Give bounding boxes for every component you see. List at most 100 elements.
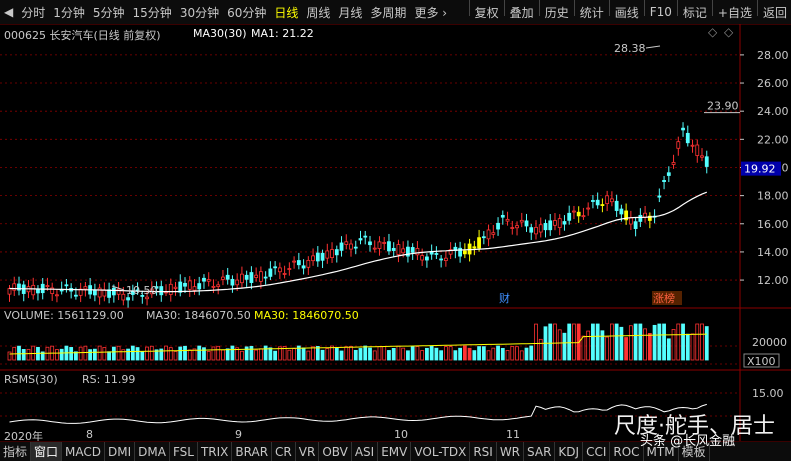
- volume-bar: [700, 323, 704, 361]
- volume-bar: [164, 345, 168, 361]
- volume-bar: [685, 333, 690, 361]
- candle-body: [40, 283, 45, 294]
- rsms-line: [9, 403, 707, 424]
- tool-button-5[interactable]: F10: [646, 0, 676, 24]
- candle-body: [553, 220, 557, 226]
- volume-bar: [130, 345, 135, 361]
- volume-bar: [429, 345, 434, 361]
- volume-bar: [69, 347, 74, 361]
- volume-bar: [481, 346, 486, 361]
- candle-body: [377, 241, 382, 249]
- candle-body: [591, 200, 595, 202]
- candle-body: [344, 241, 349, 245]
- volume-bar: [311, 346, 315, 361]
- tool-button-0[interactable]: 复权: [471, 0, 503, 24]
- tab-7[interactable]: 周线: [302, 0, 334, 24]
- separator: [608, 0, 610, 16]
- volume-bar: [609, 323, 614, 361]
- volume-bar: [173, 351, 178, 361]
- candle-body: [211, 285, 216, 288]
- tab-5[interactable]: 60分钟: [223, 0, 270, 24]
- dropdown-arrow-icon[interactable]: ◀: [0, 0, 17, 24]
- volume-bar: [557, 329, 562, 361]
- price-tick-label: 16.00: [757, 218, 789, 231]
- indicator-tab-16[interactable]: SAR: [524, 442, 556, 461]
- candle-body: [443, 257, 448, 261]
- candle-body: [287, 268, 292, 270]
- volume-bar: [368, 347, 372, 361]
- tab-9[interactable]: 多周期: [366, 0, 410, 24]
- candle-body: [401, 248, 406, 254]
- volume-bar: [477, 346, 481, 361]
- indicator-tab-18[interactable]: CCI: [583, 442, 611, 461]
- candle-body: [519, 219, 524, 223]
- volume-bar: [263, 345, 268, 361]
- tool-button-8[interactable]: 返回: [759, 0, 791, 24]
- volume-bar: [21, 349, 26, 361]
- indicator-tab-12[interactable]: EMV: [378, 442, 412, 461]
- price-axis: 28.0026.0024.0022.0020.0018.0016.0014.00…: [743, 49, 789, 400]
- tab-4[interactable]: 30分钟: [176, 0, 223, 24]
- candle-body: [462, 250, 467, 255]
- indicator-tab-7[interactable]: BRAR: [232, 442, 273, 461]
- indicator-tab-19[interactable]: ROC: [610, 442, 644, 461]
- candle-body: [396, 244, 401, 256]
- volume-bar: [301, 347, 306, 361]
- volume-bar: [107, 351, 112, 361]
- volume-bar: [690, 333, 695, 361]
- candle-body: [557, 218, 562, 228]
- volume-bar: [339, 350, 344, 361]
- indicator-tab-14[interactable]: RSI: [470, 442, 497, 461]
- candle-body: [363, 235, 368, 238]
- tab-6[interactable]: 日线: [270, 0, 302, 24]
- price-tick-label: 12.00: [757, 274, 789, 287]
- volume-bar: [240, 350, 244, 361]
- kline-chart[interactable]: 28.0026.0024.0022.0020.0018.0016.0014.00…: [0, 24, 791, 442]
- indicator-tab-17[interactable]: KDJ: [555, 442, 584, 461]
- volume-bar: [88, 349, 93, 361]
- indicator-tab-5[interactable]: FSL: [170, 442, 198, 461]
- volume-bar: [567, 323, 572, 361]
- tab-10[interactable]: 更多 ›: [410, 0, 451, 24]
- candle-body: [230, 278, 235, 286]
- candle-body: [296, 260, 301, 266]
- volume-bar: [496, 345, 500, 361]
- period-tabs: 分时 1分钟 5分钟 15分钟 30分钟 60分钟 日线 周线 月线 多周期 更多 ›: [17, 0, 451, 24]
- indicator-tab-11[interactable]: ASI: [352, 442, 379, 461]
- annotations: 28.38 10.50 23.90 19.92 财 涨榜: [111, 42, 781, 305]
- tab-0[interactable]: 分时: [17, 0, 49, 24]
- indicator-tab-2[interactable]: MACD: [62, 442, 106, 461]
- candle-body: [548, 220, 553, 231]
- indicator-tab-9[interactable]: VR: [296, 442, 320, 461]
- indicator-tab-8[interactable]: CR: [272, 442, 296, 461]
- tab-1[interactable]: 1分钟: [49, 0, 89, 24]
- indicator-tab-10[interactable]: OBV: [319, 442, 352, 461]
- tab-8[interactable]: 月线: [334, 0, 366, 24]
- indicator-tab-6[interactable]: TRIX: [198, 442, 233, 461]
- high-price-label: 28.38: [614, 42, 646, 55]
- tool-button-2[interactable]: 历史: [541, 0, 573, 24]
- indicator-tab-1[interactable]: 窗口: [31, 442, 63, 461]
- indicator-tab-0[interactable]: 指标: [0, 442, 32, 461]
- tool-button-1[interactable]: 叠加: [506, 0, 538, 24]
- tool-button-4[interactable]: 画线: [611, 0, 643, 24]
- ma-price-label: 19.92: [744, 163, 776, 176]
- indicator-tab-4[interactable]: DMA: [135, 442, 170, 461]
- tool-button-6[interactable]: 标记: [679, 0, 711, 24]
- volume-bar: [216, 345, 221, 361]
- indicator-tab-13[interactable]: VOL-TDX: [411, 442, 471, 461]
- tab-2[interactable]: 5分钟: [89, 0, 129, 24]
- candle-body: [187, 280, 192, 290]
- tool-button-3[interactable]: 统计: [576, 0, 608, 24]
- price-tick-label: 28.00: [757, 49, 789, 62]
- tool-button-7[interactable]: +自选: [714, 0, 756, 24]
- volume-bar: [671, 329, 676, 361]
- volume-bar: [562, 332, 567, 361]
- candle-body: [263, 276, 268, 279]
- volume-bar: [230, 345, 235, 361]
- indicator-tab-3[interactable]: DMI: [105, 442, 136, 461]
- tab-3[interactable]: 15分钟: [129, 0, 176, 24]
- candle-body: [576, 211, 581, 217]
- volume-bar: [382, 346, 387, 361]
- indicator-tab-15[interactable]: WR: [497, 442, 525, 461]
